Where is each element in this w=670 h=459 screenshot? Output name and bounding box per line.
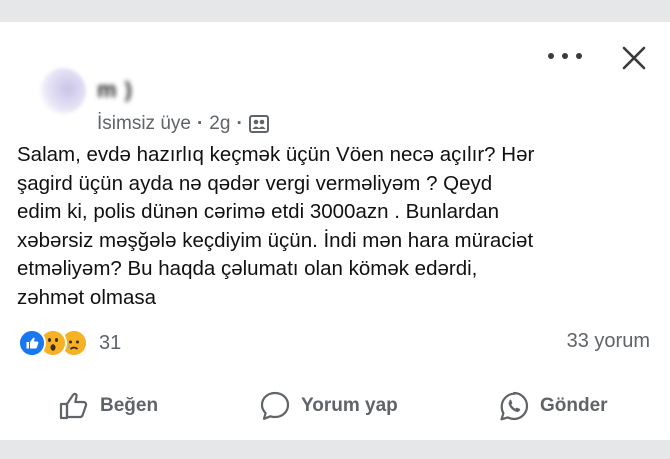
reaction-count: 31 [99, 331, 122, 354]
reactions-summary[interactable]: 31 [18, 329, 121, 357]
avatar[interactable] [40, 68, 86, 114]
comment-button[interactable]: Yorum yap [259, 382, 398, 430]
like-button[interactable]: Beğen [58, 382, 158, 430]
thumbs-up-icon [59, 392, 88, 420]
post-body-text: Salam, evdə hazırlıq keçmək üçün Vöen ne… [17, 143, 535, 309]
send-button-label: Gönder [540, 395, 608, 416]
comment-count-link[interactable]: 33 yorum [567, 330, 650, 353]
post-time[interactable]: 2g [209, 113, 230, 135]
author-name[interactable]: m ) [97, 77, 133, 103]
members-audience-icon [248, 115, 269, 133]
like-button-label: Beğen [100, 395, 159, 416]
comment-bubble-icon [260, 391, 290, 420]
separator: · [236, 113, 243, 134]
close-icon[interactable] [620, 44, 648, 72]
post-action-bar: Beğen Yorum yap Gönder [0, 382, 670, 430]
whatsapp-icon [500, 391, 529, 421]
separator: · [196, 113, 204, 134]
like-icon [18, 329, 46, 357]
post-meta: İsimsiz üye · 2g · [97, 113, 269, 135]
comment-button-label: Yorum yap [301, 395, 398, 416]
more-options-icon[interactable] [548, 46, 582, 66]
group-role-label: İsimsiz üye [97, 113, 191, 134]
send-whatsapp-button[interactable]: Gönder [498, 382, 608, 430]
